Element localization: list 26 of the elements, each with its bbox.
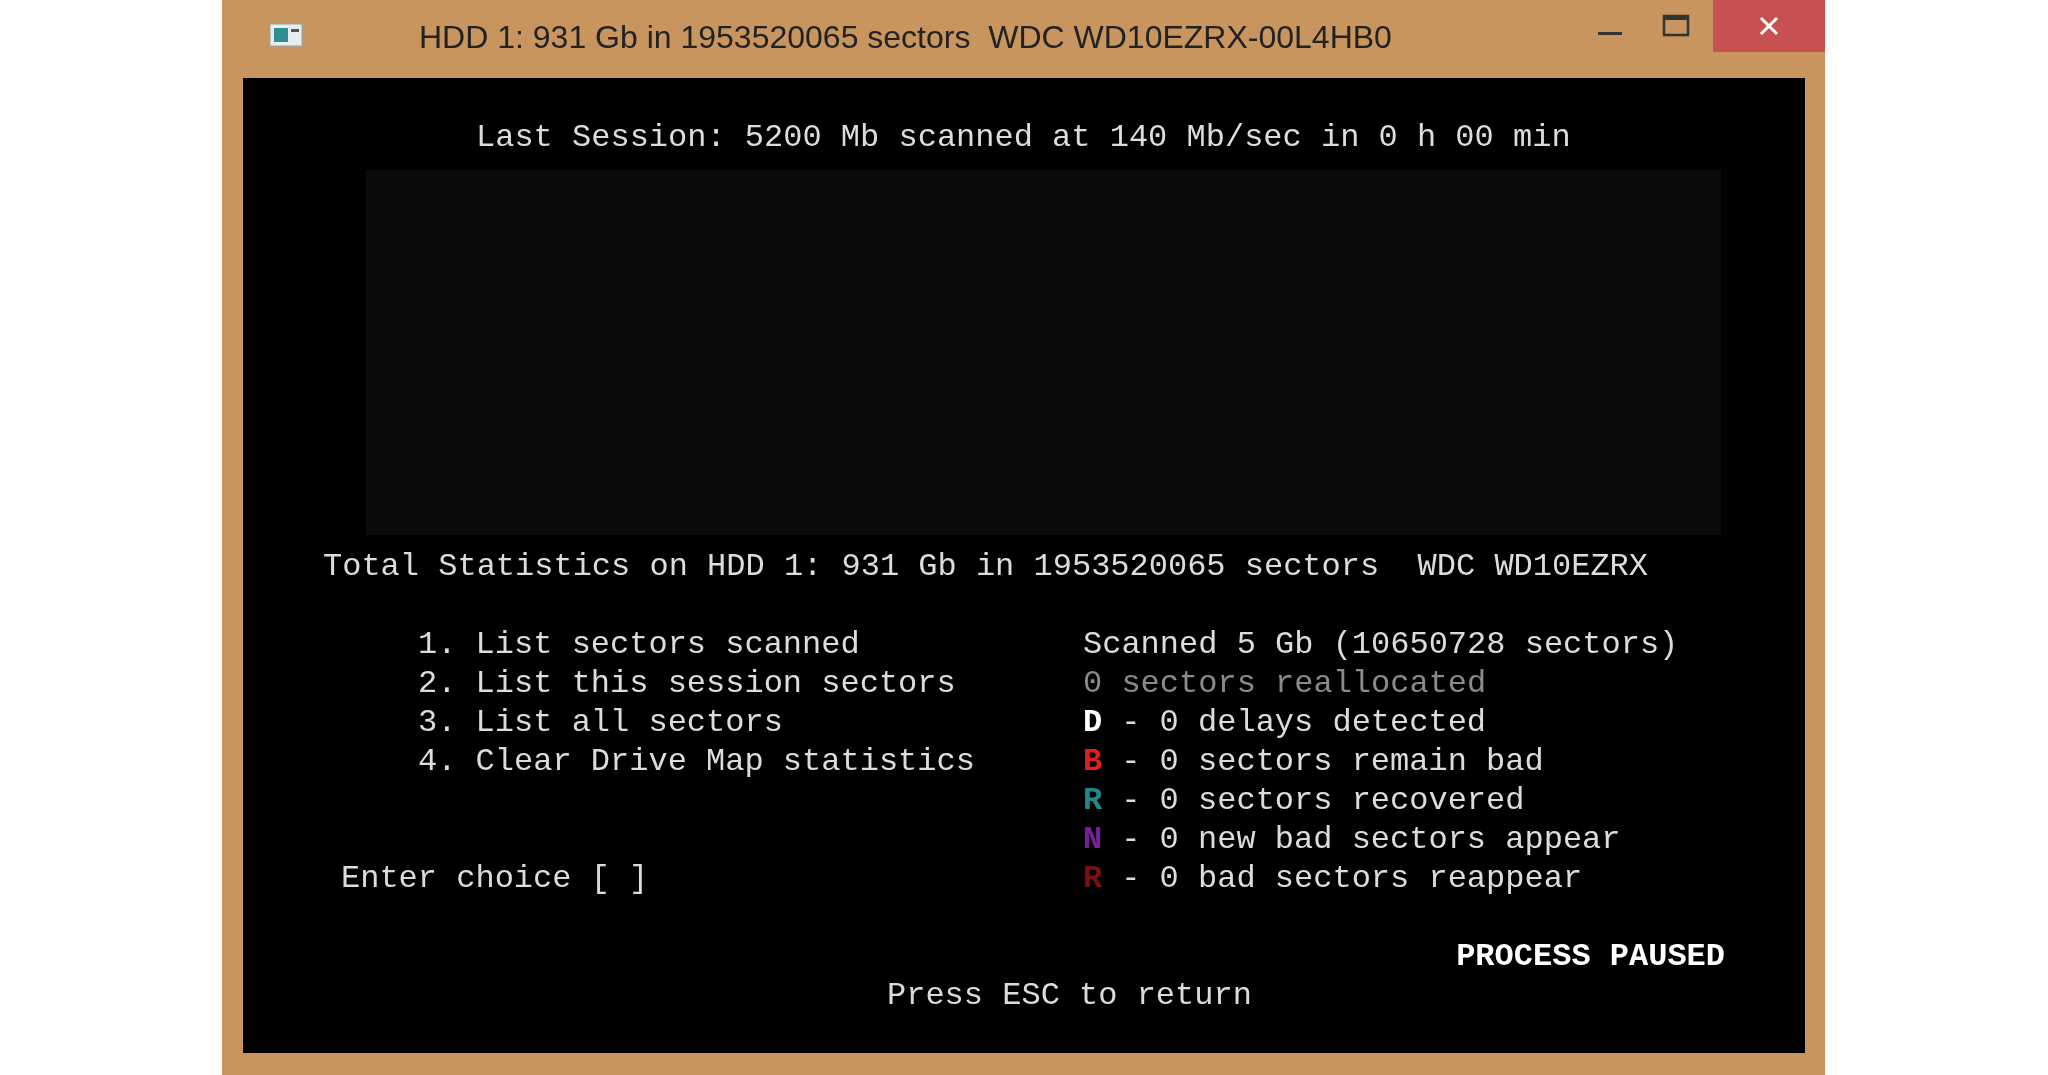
- choice-prompt[interactable]: Enter choice [ ]: [341, 859, 1083, 898]
- reallocated-count: 0 sectors reallocated: [1083, 664, 1488, 703]
- menu-option[interactable]: 1. List sectors scanned: [418, 625, 1083, 664]
- window-title: HDD 1: 931 Gb in 1953520065 sectors WDC WD10EZRX-00L4HB0: [419, 18, 1392, 56]
- return-hint: Press ESC to return: [887, 976, 1253, 1015]
- status-message: PROCESS PAUSED: [1456, 937, 1725, 976]
- minimize-icon: [1598, 31, 1622, 35]
- legend-text: - 0 delays detected: [1121, 703, 1487, 742]
- close-icon: [1758, 15, 1780, 37]
- menu-option[interactable]: 3. List all sectors: [418, 703, 1083, 742]
- legend-key: R: [1083, 859, 1103, 898]
- session-summary: Last Session: 5200 Mb scanned at 140 Mb/sec in 0 h 00 min: [476, 118, 1572, 157]
- legend-text: - 0 bad sectors reappear: [1121, 859, 1583, 898]
- app-icon: [269, 23, 303, 47]
- scan-summary: Scanned 5 Gb (10650728 sectors): [1083, 625, 1679, 664]
- menu-option[interactable]: 2. List this session sectors: [418, 664, 1083, 703]
- menu-option[interactable]: 4. Clear Drive Map statistics: [418, 742, 1083, 781]
- legend-key: D: [1083, 703, 1103, 742]
- maximize-icon: [1662, 13, 1690, 39]
- legend-text: - 0 sectors remain bad: [1121, 742, 1544, 781]
- legend-text: - 0 sectors recovered: [1121, 781, 1525, 820]
- legend-key: R: [1083, 781, 1103, 820]
- legend-key: N: [1083, 820, 1103, 859]
- legend-key: B: [1083, 742, 1103, 781]
- total-statistics-heading: Total Statistics on HDD 1: 931 Gb in 1953520065 sectors WDC WD10EZRX: [323, 547, 1649, 586]
- legend-text: - 0 new bad sectors appear: [1121, 820, 1621, 859]
